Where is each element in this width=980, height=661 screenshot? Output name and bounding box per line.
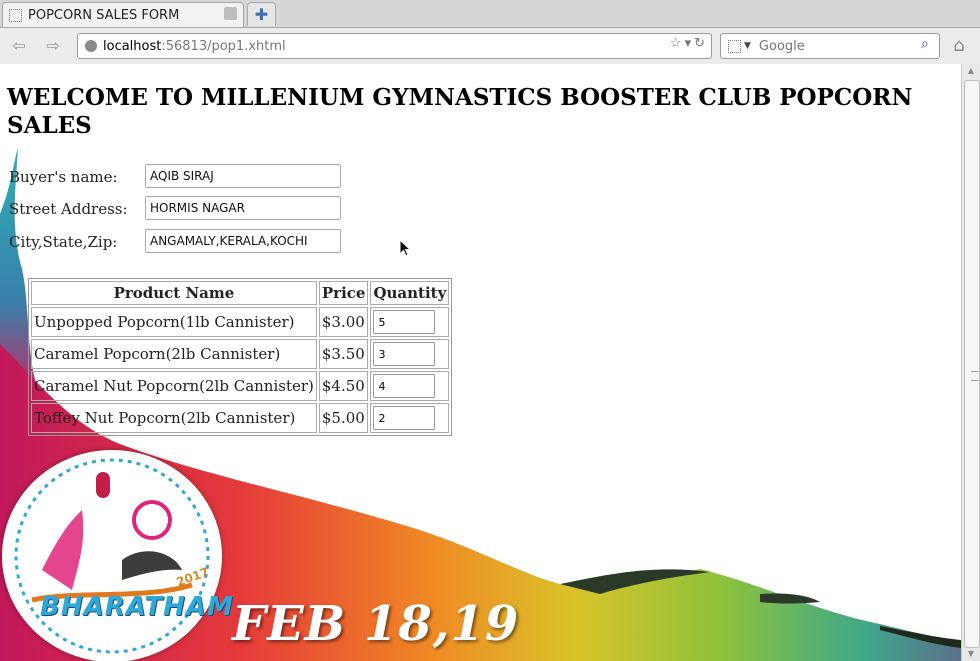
scroll-up-arrow-icon[interactable]: ▲ bbox=[966, 66, 976, 76]
page-title: WELCOME TO MILLENIUM GYMNASTICS BOOSTER … bbox=[7, 84, 913, 139]
buyer-name-field[interactable] bbox=[145, 164, 341, 188]
search-bar[interactable]: ▼ ⌕ bbox=[720, 33, 940, 59]
forward-arrow-icon: ⇨ bbox=[46, 35, 60, 55]
price-cell: $3.00 bbox=[318, 307, 369, 337]
tab-popcorn-sales-form[interactable]: POPCORN SALES FORM bbox=[2, 2, 244, 27]
quantity-cell bbox=[370, 403, 450, 433]
logo-title: BHARATHAM bbox=[40, 592, 234, 622]
forward-button[interactable]: ⇨ bbox=[40, 34, 66, 56]
quantity-input[interactable] bbox=[373, 406, 436, 430]
quantity-cell bbox=[370, 339, 450, 369]
globe-icon bbox=[85, 40, 97, 52]
price-cell: $4.50 bbox=[318, 371, 369, 401]
product-name-cell: Toffey Nut Popcorn(2lb Cannister) bbox=[31, 403, 317, 433]
dark-wave-tip-shape bbox=[560, 569, 710, 594]
city-state-zip-label: City,State,Zip: bbox=[9, 233, 118, 251]
quantity-input[interactable] bbox=[373, 374, 436, 398]
table-row: Unpopped Popcorn(1lb Cannister) $3.00 bbox=[31, 307, 450, 337]
address-bar[interactable]: localhost :56813/pop1.xhtml ☆ ▾ ↻ bbox=[77, 33, 712, 59]
plus-icon: ✚ bbox=[254, 5, 269, 24]
navigation-toolbar: ⇦ ⇨ localhost :56813/pop1.xhtml ☆ ▾ ↻ ▼ … bbox=[0, 28, 980, 65]
buyer-name-label: Buyer's name: bbox=[9, 168, 118, 186]
back-button[interactable]: ⇦ bbox=[6, 34, 32, 56]
logo-artwork bbox=[14, 458, 210, 654]
mouse-cursor-icon bbox=[399, 239, 411, 257]
dropdown-arrow-icon[interactable]: ▾ bbox=[685, 36, 692, 51]
tab-title: POPCORN SALES FORM bbox=[28, 7, 180, 23]
product-name-cell: Unpopped Popcorn(1lb Cannister) bbox=[31, 307, 317, 337]
column-header-product: Product Name bbox=[31, 281, 317, 305]
search-engine-chevron-icon[interactable]: ▼ bbox=[744, 41, 751, 51]
scrollbar-thumb[interactable] bbox=[964, 80, 980, 648]
dark-wave-tip-shape-3 bbox=[880, 626, 961, 648]
table-row: Toffey Nut Popcorn(2lb Cannister) $5.00 bbox=[31, 403, 450, 433]
quantity-input[interactable] bbox=[373, 310, 436, 334]
scroll-down-arrow-icon[interactable]: ▼ bbox=[966, 649, 976, 659]
url-host: localhost bbox=[103, 38, 162, 54]
tab-strip: POPCORN SALES FORM ✚ bbox=[0, 0, 980, 28]
back-arrow-icon: ⇦ bbox=[12, 35, 26, 55]
home-icon: ⌂ bbox=[953, 34, 965, 56]
column-header-quantity: Quantity bbox=[370, 281, 450, 305]
street-address-field[interactable] bbox=[145, 196, 341, 220]
quantity-cell bbox=[370, 307, 450, 337]
page-favicon-icon bbox=[9, 8, 22, 22]
column-header-price: Price bbox=[318, 281, 369, 305]
bharatham-logo bbox=[2, 450, 222, 661]
table-row: Caramel Nut Popcorn(2lb Cannister) $4.50 bbox=[31, 371, 450, 401]
table-row: Caramel Popcorn(2lb Cannister) $3.50 bbox=[31, 339, 450, 369]
price-cell: $5.00 bbox=[318, 403, 369, 433]
product-name-cell: Caramel Popcorn(2lb Cannister) bbox=[31, 339, 317, 369]
url-path: :56813/pop1.xhtml bbox=[161, 38, 286, 54]
reload-icon[interactable]: ↻ bbox=[694, 36, 705, 51]
bookmark-star-icon[interactable]: ☆ bbox=[670, 36, 682, 51]
price-cell: $3.50 bbox=[318, 339, 369, 369]
search-icon[interactable]: ⌕ bbox=[921, 37, 935, 51]
quantity-cell bbox=[370, 371, 450, 401]
table-header-row: Product Name Price Quantity bbox=[31, 281, 450, 305]
event-date-banner: FEB 18,19 bbox=[232, 596, 520, 652]
city-state-zip-field[interactable] bbox=[145, 229, 341, 253]
home-button[interactable]: ⌂ bbox=[946, 34, 972, 56]
new-tab-button[interactable]: ✚ bbox=[247, 2, 276, 26]
tab-close-icon[interactable] bbox=[224, 7, 237, 20]
scroll-grip-icon bbox=[971, 371, 978, 381]
street-address-label: Street Address: bbox=[9, 200, 128, 218]
dark-wave-tip-shape-2 bbox=[760, 593, 820, 604]
quantity-input[interactable] bbox=[373, 342, 436, 366]
product-table: Product Name Price Quantity Unpopped Pop… bbox=[28, 278, 453, 436]
product-name-cell: Caramel Nut Popcorn(2lb Cannister) bbox=[31, 371, 317, 401]
page-viewport: WELCOME TO MILLENIUM GYMNASTICS BOOSTER … bbox=[0, 64, 961, 661]
vertical-scrollbar[interactable]: ▲ ▼ bbox=[961, 64, 980, 661]
search-input[interactable] bbox=[756, 37, 911, 55]
search-engine-icon[interactable] bbox=[728, 39, 741, 53]
